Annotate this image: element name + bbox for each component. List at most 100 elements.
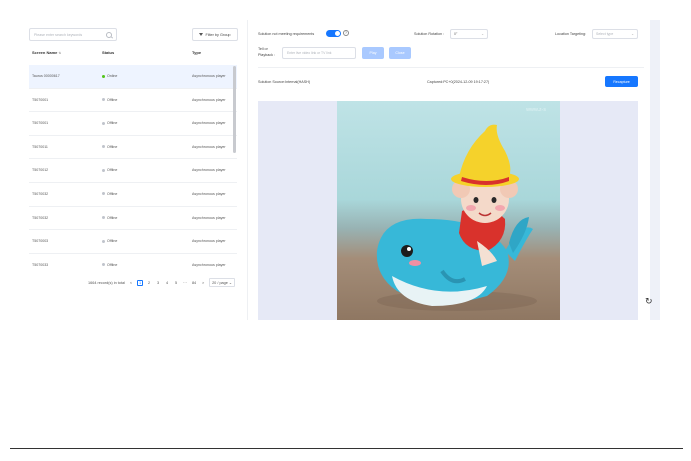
capture-time: Captured:PC+0(2024-12-09 19:17:27) (427, 80, 490, 84)
section-divider (258, 67, 644, 68)
table-row[interactable]: T5070001 Offline Asynchronous player (29, 112, 237, 136)
status-offline-icon (102, 239, 105, 243)
status-text: Offline (107, 121, 118, 126)
column-header-screen-name[interactable]: Screen Name ⇅ (32, 50, 61, 55)
rotation-value: 0° (454, 32, 458, 36)
status-offline-icon (102, 216, 105, 220)
solution-requirement-label: Solution not meeting requirements (258, 32, 315, 36)
targeting-placeholder: Select type (596, 32, 614, 36)
side-panel-strip (650, 20, 660, 320)
help-icon[interactable]: ? (343, 30, 349, 36)
live-label-line-1: Tell or (258, 47, 268, 51)
page-ellipsis[interactable]: ··· (182, 281, 188, 285)
cell-type: Asynchronous player (192, 144, 226, 149)
cell-screen-name: T5070033 (32, 262, 49, 267)
cell-status: Offline (102, 239, 117, 243)
page-4-button[interactable]: 4 (164, 281, 170, 285)
refresh-icon[interactable]: ↻ (645, 296, 653, 307)
cell-status: Offline (102, 168, 117, 172)
page-3-button[interactable]: 3 (155, 281, 161, 285)
cell-status: Offline (102, 121, 117, 125)
cell-screen-name: T5070001 (32, 97, 49, 102)
chevron-down-icon: ⌄ (228, 281, 233, 285)
close-button[interactable]: Close (389, 47, 411, 59)
search-placeholder: Please enter search keywords (34, 33, 83, 37)
screen-table-body: Taurus 00000617 Online Asynchronous play… (29, 65, 237, 272)
status-text: Offline (107, 144, 118, 149)
plush-toy-illustration (376, 124, 537, 311)
table-header: Screen Name ⇅ Status Type (29, 50, 237, 58)
location-targeting-label: Location Targeting: (555, 32, 587, 36)
pagination: 1664 record(s) in total < 1 2 3 4 5 ··· … (88, 278, 236, 287)
cell-status: Offline (102, 192, 117, 196)
chevron-down-icon: ⌄ (631, 32, 634, 36)
column-header-type: Type (192, 50, 202, 55)
recapture-button[interactable]: Recapture (605, 76, 638, 87)
play-button[interactable]: Play (362, 47, 384, 59)
cell-type: Asynchronous player (192, 121, 226, 126)
table-row[interactable]: T5070032 Offline Asynchronous player (29, 207, 237, 231)
sort-icon[interactable]: ⇅ (58, 51, 61, 55)
status-text: Offline (107, 215, 118, 220)
screen-detail-panel: Solution not meeting requirements ? Solu… (258, 20, 644, 320)
cell-type: Asynchronous player (192, 262, 226, 267)
table-row[interactable]: T5070001 Offline Asynchronous player (29, 89, 237, 113)
cell-screen-name: T5070001 (32, 121, 49, 126)
live-label-line-2: Playback : (258, 53, 276, 57)
screen-monitor-app: Please enter search keywords Filter by G… (22, 20, 660, 320)
location-targeting-select[interactable]: Select type ⌄ (592, 29, 638, 39)
solution-rotation-select[interactable]: 0° ⌄ (450, 29, 488, 39)
cell-status: Offline (102, 216, 117, 220)
search-input[interactable]: Please enter search keywords (29, 28, 117, 41)
captured-image: www.z-s (337, 101, 560, 320)
table-row[interactable]: T5070032 Offline Asynchronous player (29, 183, 237, 207)
cell-status: Offline (102, 263, 117, 267)
page-bottom-rule (10, 448, 683, 449)
total-records: 1664 record(s) in total (88, 280, 125, 285)
page-1-button[interactable]: 1 (136, 279, 144, 286)
page-size-value: 20 / page (212, 280, 228, 285)
video-url-input[interactable]: Enter live video link or TV link (282, 47, 356, 59)
screen-list-panel: Please enter search keywords Filter by G… (22, 20, 244, 320)
cell-screen-name: T5070032 (32, 191, 49, 196)
cell-screen-name: T5070032 (32, 215, 49, 220)
table-row[interactable]: Taurus 00000617 Online Asynchronous play… (29, 65, 237, 89)
cell-type: Asynchronous player (192, 215, 226, 220)
cell-screen-name: T5070011 (32, 144, 48, 149)
status-offline-icon (102, 121, 105, 125)
prev-page-button[interactable]: < (128, 281, 134, 285)
panel-divider (247, 20, 248, 320)
cell-type: Asynchronous player (192, 74, 226, 78)
header-label: Screen Name (32, 50, 58, 55)
cell-type: Asynchronous player (192, 97, 226, 102)
cell-status: Offline (102, 145, 117, 149)
table-row[interactable]: T5070003 Offline Asynchronous player (29, 230, 237, 254)
table-scrollbar[interactable] (233, 66, 236, 153)
status-text: Online (107, 74, 118, 78)
page-84-button[interactable]: 84 (191, 281, 197, 285)
search-icon[interactable] (106, 32, 112, 38)
cell-status: Offline (102, 98, 117, 102)
cell-type: Asynchronous player (192, 168, 226, 173)
solution-requirement-toggle[interactable] (326, 30, 341, 37)
page-size-select[interactable]: 20 / page ⌄ (209, 278, 236, 287)
status-text: Offline (107, 97, 118, 102)
solution-source: Solution Source:Internal(HASH) (258, 80, 311, 84)
cell-screen-name: T5070012 (32, 168, 49, 173)
column-header-status: Status (102, 50, 115, 55)
filter-label: Filter by Group (205, 32, 231, 37)
cell-screen-name: T5070003 (32, 239, 49, 244)
table-row[interactable]: T5070011 Offline Asynchronous player (29, 136, 237, 160)
status-online-icon (102, 74, 105, 78)
page-5-button[interactable]: 5 (173, 281, 179, 285)
next-page-button[interactable]: > (200, 281, 206, 285)
cell-type: Asynchronous player (192, 191, 226, 196)
table-row[interactable]: T5070012 Offline Asynchronous player (29, 159, 237, 183)
status-offline-icon (102, 145, 105, 149)
filter-by-group-button[interactable]: Filter by Group (192, 28, 238, 41)
chevron-down-icon: ⌄ (481, 32, 484, 36)
cell-status: Online (102, 74, 117, 78)
table-row[interactable]: T5070033 Offline Asynchronous player (29, 254, 237, 272)
page-2-button[interactable]: 2 (146, 281, 152, 285)
cell-type: Asynchronous player (192, 239, 226, 244)
